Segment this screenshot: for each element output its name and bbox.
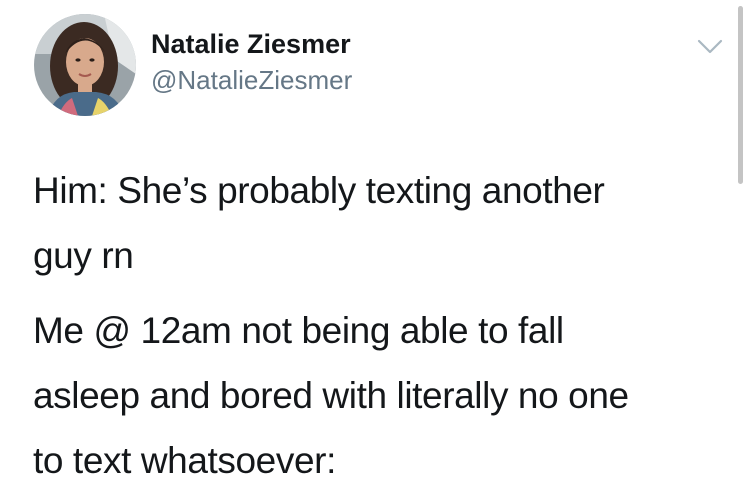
- chevron-down-icon[interactable]: [693, 30, 727, 64]
- scrollbar[interactable]: [738, 6, 743, 184]
- profile-photo-icon: [34, 14, 136, 116]
- display-name[interactable]: Natalie Ziesmer: [151, 29, 351, 60]
- tweet-paragraph: Him: She’s probably texting another guy …: [33, 170, 605, 276]
- tweet-paragraph: Me @ 12am not being able to fall asleep …: [33, 310, 629, 481]
- user-handle[interactable]: @NatalieZiesmer: [151, 65, 352, 96]
- avatar[interactable]: [34, 14, 136, 116]
- tweet-screenshot: Natalie Ziesmer @NatalieZiesmer Him: She…: [0, 0, 750, 486]
- tweet-text: Him: She’s probably texting another guy …: [33, 158, 713, 486]
